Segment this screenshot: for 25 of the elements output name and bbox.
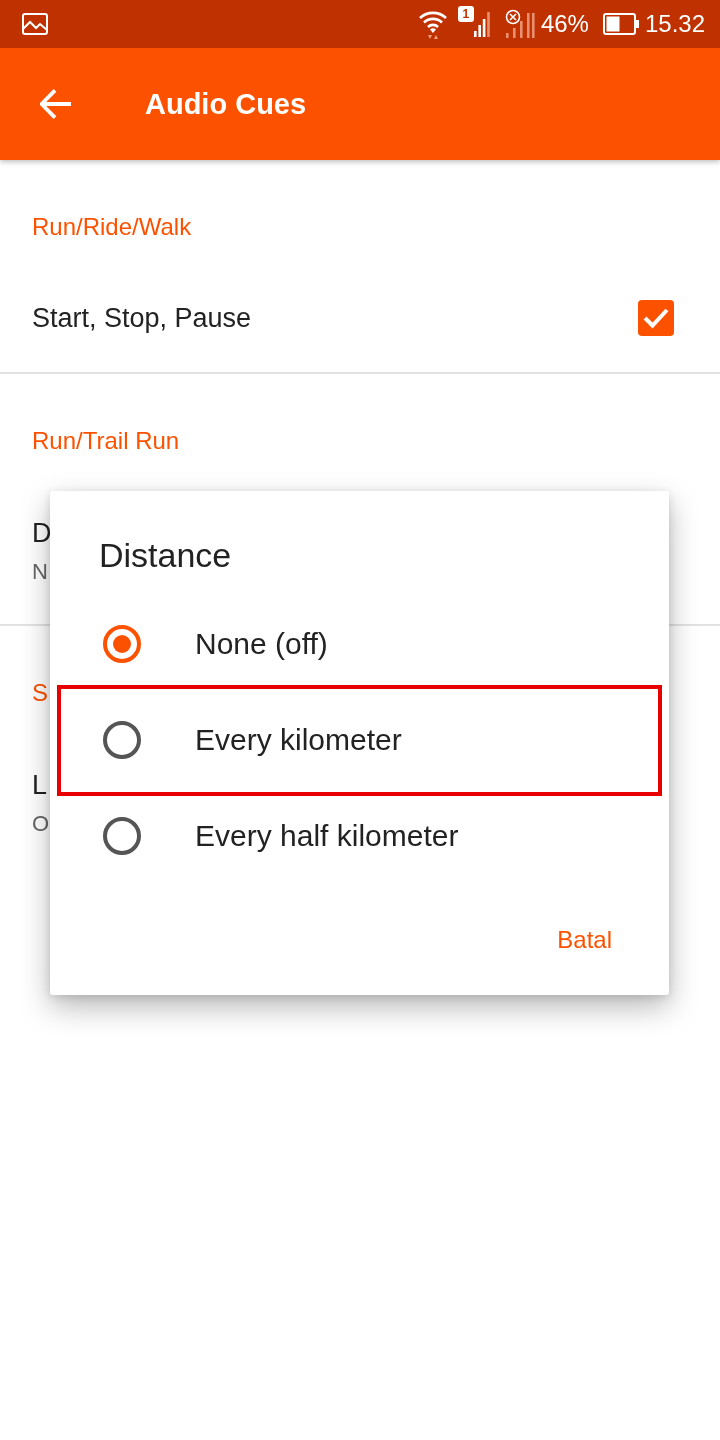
- dialog-title: Distance: [99, 535, 232, 576]
- battery-percent: 46%: [540, 10, 589, 38]
- setting-title: L: [32, 769, 48, 802]
- section-header: Run/Trail Run: [32, 427, 180, 454]
- checkbox[interactable]: [638, 300, 674, 336]
- sim-badge: 1: [457, 6, 474, 22]
- section-header: Run/Ride/Walk: [32, 213, 192, 240]
- image-icon: [22, 13, 48, 35]
- radio-icon[interactable]: [103, 721, 141, 759]
- option-label[interactable]: Every half kilometer: [195, 817, 459, 855]
- radio-icon[interactable]: [103, 817, 141, 855]
- setting-value: N: [32, 558, 48, 586]
- setting-title: Start, Stop, Pause: [32, 302, 252, 335]
- radio-icon[interactable]: [103, 625, 141, 663]
- section-header: S: [32, 679, 48, 706]
- option-label[interactable]: None (off): [195, 625, 328, 663]
- setting-value: O: [32, 810, 50, 838]
- signal-icon: [473, 10, 490, 38]
- signal-off-icon: [504, 9, 535, 39]
- setting-title: D: [32, 517, 52, 550]
- clock-time: 15.32: [644, 10, 705, 38]
- battery-icon: [602, 13, 639, 35]
- app-title: Audio Cues: [145, 87, 307, 122]
- option-label[interactable]: Every kilometer: [195, 721, 402, 759]
- back-icon[interactable]: [40, 88, 72, 120]
